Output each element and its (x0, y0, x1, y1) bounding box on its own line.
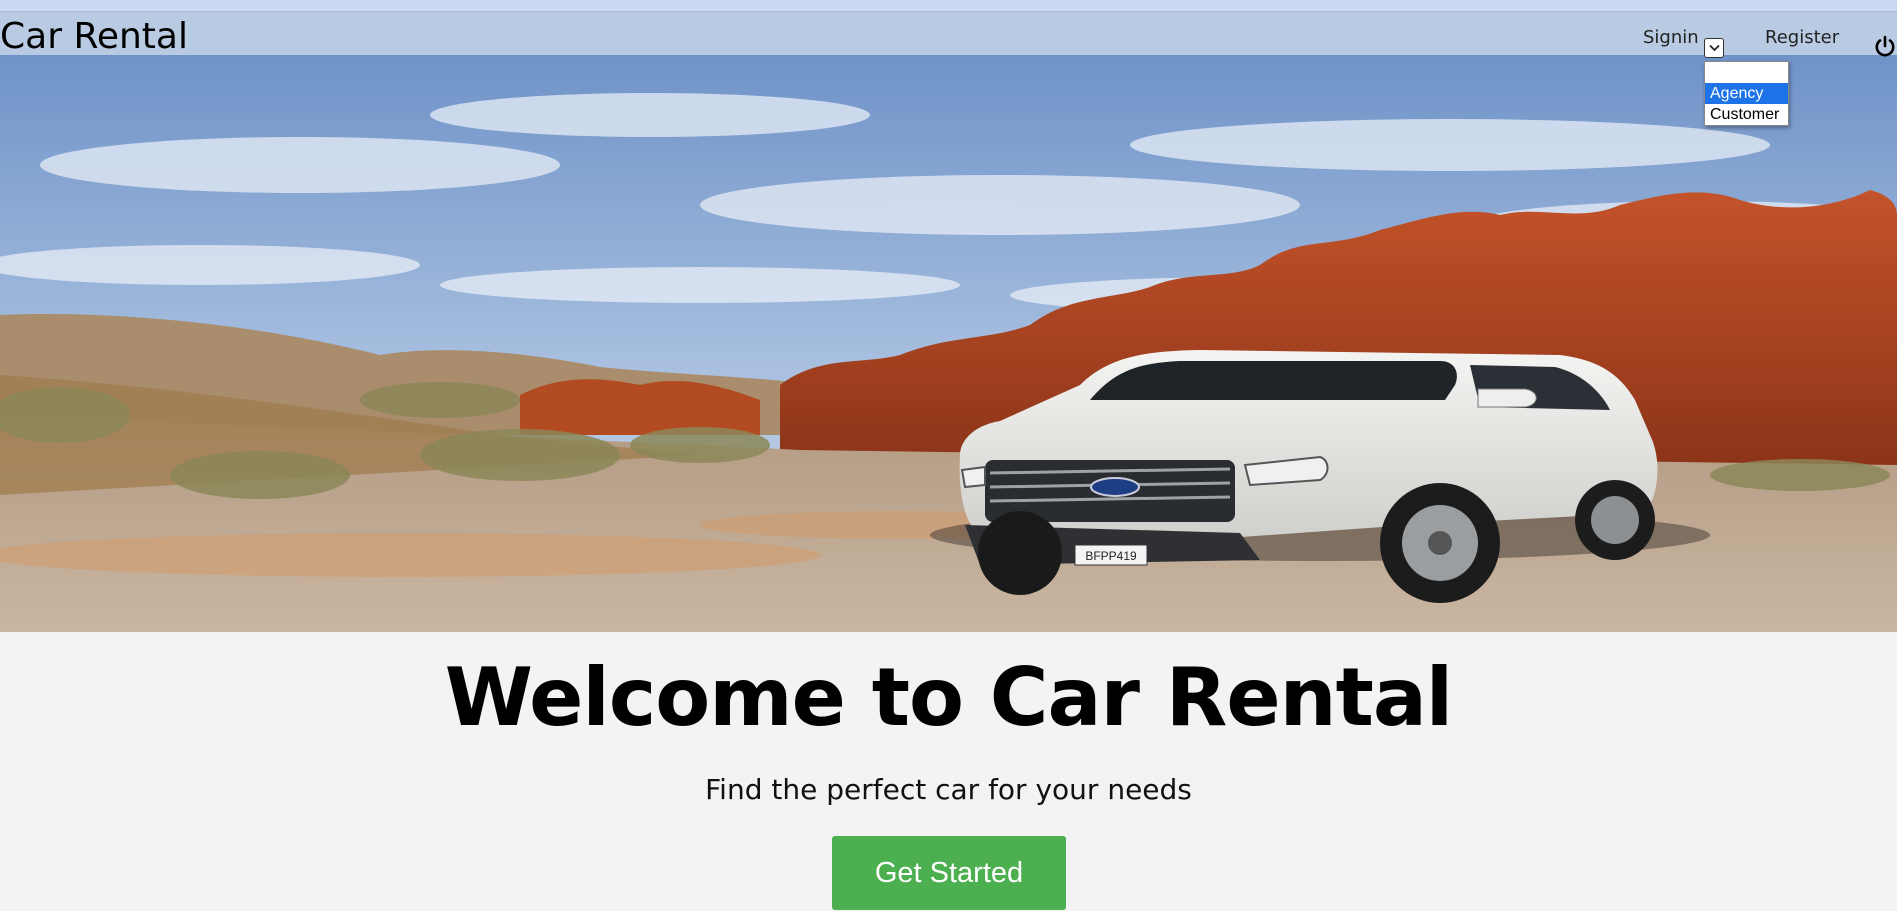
signin-option-customer[interactable]: Customer (1705, 104, 1788, 125)
chevron-down-icon (1709, 44, 1720, 52)
page-subtitle: Find the perfect car for your needs (705, 773, 1192, 806)
signin-select[interactable] (1704, 38, 1724, 58)
signin-option-empty[interactable] (1705, 62, 1788, 83)
brand-title[interactable]: Car Rental (0, 19, 188, 55)
signin-dropdown[interactable]: Agency Customer (1704, 61, 1789, 126)
navbar: Car Rental (0, 12, 1897, 55)
browser-top-strip (0, 0, 1897, 12)
power-icon[interactable] (1873, 35, 1897, 59)
hero-image: BFPP419 (0, 55, 1897, 632)
license-plate: BFPP419 (1085, 549, 1137, 563)
get-started-button[interactable]: Get Started (832, 836, 1066, 910)
signin-option-agency[interactable]: Agency (1705, 83, 1788, 104)
page-title: Welcome to Car Rental (444, 651, 1453, 744)
register-link[interactable]: Register (1765, 27, 1839, 48)
signin-label: Signin (1643, 27, 1699, 48)
